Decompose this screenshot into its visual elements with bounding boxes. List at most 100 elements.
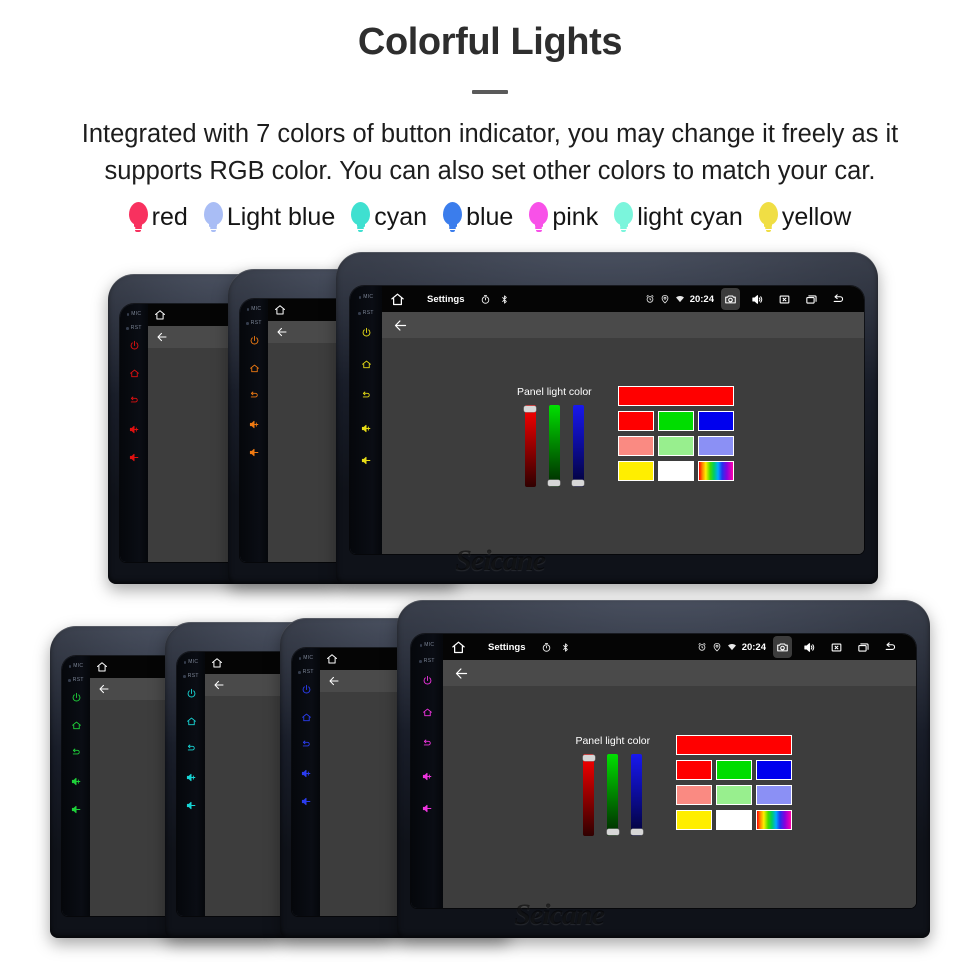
swatch-ffffff[interactable] [716,809,753,830]
rgb-sliders[interactable] [582,753,643,836]
swatch-ffee00[interactable] [617,460,654,481]
back-arrow-icon[interactable] [454,666,469,681]
home-icon[interactable] [129,368,140,379]
swatch-8b90f5[interactable] [756,784,793,805]
home-icon[interactable] [274,304,286,316]
swatch-fa8a82[interactable] [617,435,654,456]
home-icon[interactable] [211,657,223,669]
side-button-column[interactable]: MIC RST [120,304,148,562]
back-arrow-icon[interactable] [213,679,225,691]
home-icon[interactable] [96,661,108,673]
back-arrow-icon[interactable] [393,318,408,333]
back-arrow-icon[interactable] [829,288,848,310]
volume-down-icon[interactable] [301,796,312,807]
volume-up-icon[interactable] [71,776,82,787]
speaker-icon[interactable] [748,288,767,310]
swatch-0000ee[interactable] [697,410,734,431]
home-icon[interactable] [154,309,166,321]
slider-red[interactable] [524,404,537,487]
power-icon[interactable] [422,675,433,686]
power-icon[interactable] [186,688,197,699]
back-icon[interactable] [71,748,82,759]
swatch-00dd00[interactable] [716,759,753,780]
bluetooth-icon[interactable] [560,642,571,653]
camera-icon[interactable] [721,288,740,310]
back-icon[interactable] [129,396,140,407]
swatch-98ef8e[interactable] [657,435,694,456]
volume-down-icon[interactable] [249,447,260,458]
home-icon[interactable] [186,716,197,727]
volume-down-icon[interactable] [422,803,433,814]
volume-up-icon[interactable] [186,772,197,783]
swatch-ffffff[interactable] [657,460,694,481]
back-icon[interactable] [186,744,197,755]
slider-red[interactable] [582,753,595,836]
volume-down-icon[interactable] [361,455,372,466]
back-arrow-icon[interactable] [98,683,110,695]
swatch-0000ee[interactable] [756,759,793,780]
home-icon[interactable] [71,720,82,731]
volume-up-icon[interactable] [249,419,260,430]
back-arrow-icon[interactable] [881,636,900,658]
close-box-icon[interactable] [775,288,794,310]
back-arrow-icon[interactable] [328,675,340,687]
slider-thumb-green[interactable] [606,828,619,835]
slider-thumb-red[interactable] [524,405,537,412]
timer-icon[interactable] [541,642,552,653]
swatch-rainbow[interactable] [697,460,734,481]
lcd-screen[interactable]: Settings 20:24 Panel light color [382,286,864,554]
swatch-8b90f5[interactable] [697,435,734,456]
back-icon[interactable] [361,391,372,402]
timer-icon[interactable] [480,294,491,305]
power-icon[interactable] [129,340,140,351]
volume-down-icon[interactable] [186,800,197,811]
home-icon[interactable] [301,712,312,723]
back-icon[interactable] [249,391,260,402]
side-button-column[interactable]: MIC RST [62,656,90,916]
power-icon[interactable] [71,692,82,703]
home-icon[interactable] [451,640,466,655]
car-stereo-unit[interactable]: MIC RST Settings 20:24 Panel light color Seic… [336,252,878,584]
lcd-screen[interactable]: Settings 20:24 Panel light color [443,634,916,908]
power-icon[interactable] [249,335,260,346]
back-icon[interactable] [422,739,433,750]
side-button-column[interactable]: MIC RST [240,299,268,562]
home-icon[interactable] [326,653,338,665]
slider-thumb-blue[interactable] [572,479,585,486]
slider-blue[interactable] [630,753,643,836]
home-icon[interactable] [249,363,260,374]
slider-thumb-blue[interactable] [630,828,643,835]
power-icon[interactable] [301,684,312,695]
side-button-column[interactable]: MIC RST [177,652,205,916]
slider-thumb-green[interactable] [548,479,561,486]
slider-thumb-red[interactable] [582,754,595,761]
volume-up-icon[interactable] [301,768,312,779]
recents-icon[interactable] [854,636,873,658]
volume-up-icon[interactable] [422,771,433,782]
speaker-icon[interactable] [800,636,819,658]
swatch-ffee00[interactable] [676,809,713,830]
swatch-rainbow[interactable] [756,809,793,830]
side-button-column[interactable]: MIC RST [350,286,382,554]
swatch-98ef8e[interactable] [716,784,753,805]
volume-down-icon[interactable] [129,452,140,463]
rgb-sliders[interactable] [524,404,585,487]
back-icon[interactable] [301,740,312,751]
color-swatch-grid[interactable] [617,385,734,481]
side-button-column[interactable]: MIC RST [411,634,443,908]
slider-blue[interactable] [572,404,585,487]
back-arrow-icon[interactable] [156,331,168,343]
bluetooth-icon[interactable] [499,294,510,305]
swatch-fa8a82[interactable] [676,784,713,805]
color-swatch-grid[interactable] [676,734,793,830]
home-icon[interactable] [422,707,433,718]
side-button-column[interactable]: MIC RST [292,648,320,916]
volume-up-icon[interactable] [129,424,140,435]
close-box-icon[interactable] [827,636,846,658]
swatch-ff0000[interactable] [676,759,713,780]
swatch-00dd00[interactable] [657,410,694,431]
car-stereo-unit[interactable]: MIC RST Settings 20:24 Panel light color Seic… [397,600,930,938]
volume-up-icon[interactable] [361,423,372,434]
home-icon[interactable] [361,359,372,370]
slider-green[interactable] [606,753,619,836]
